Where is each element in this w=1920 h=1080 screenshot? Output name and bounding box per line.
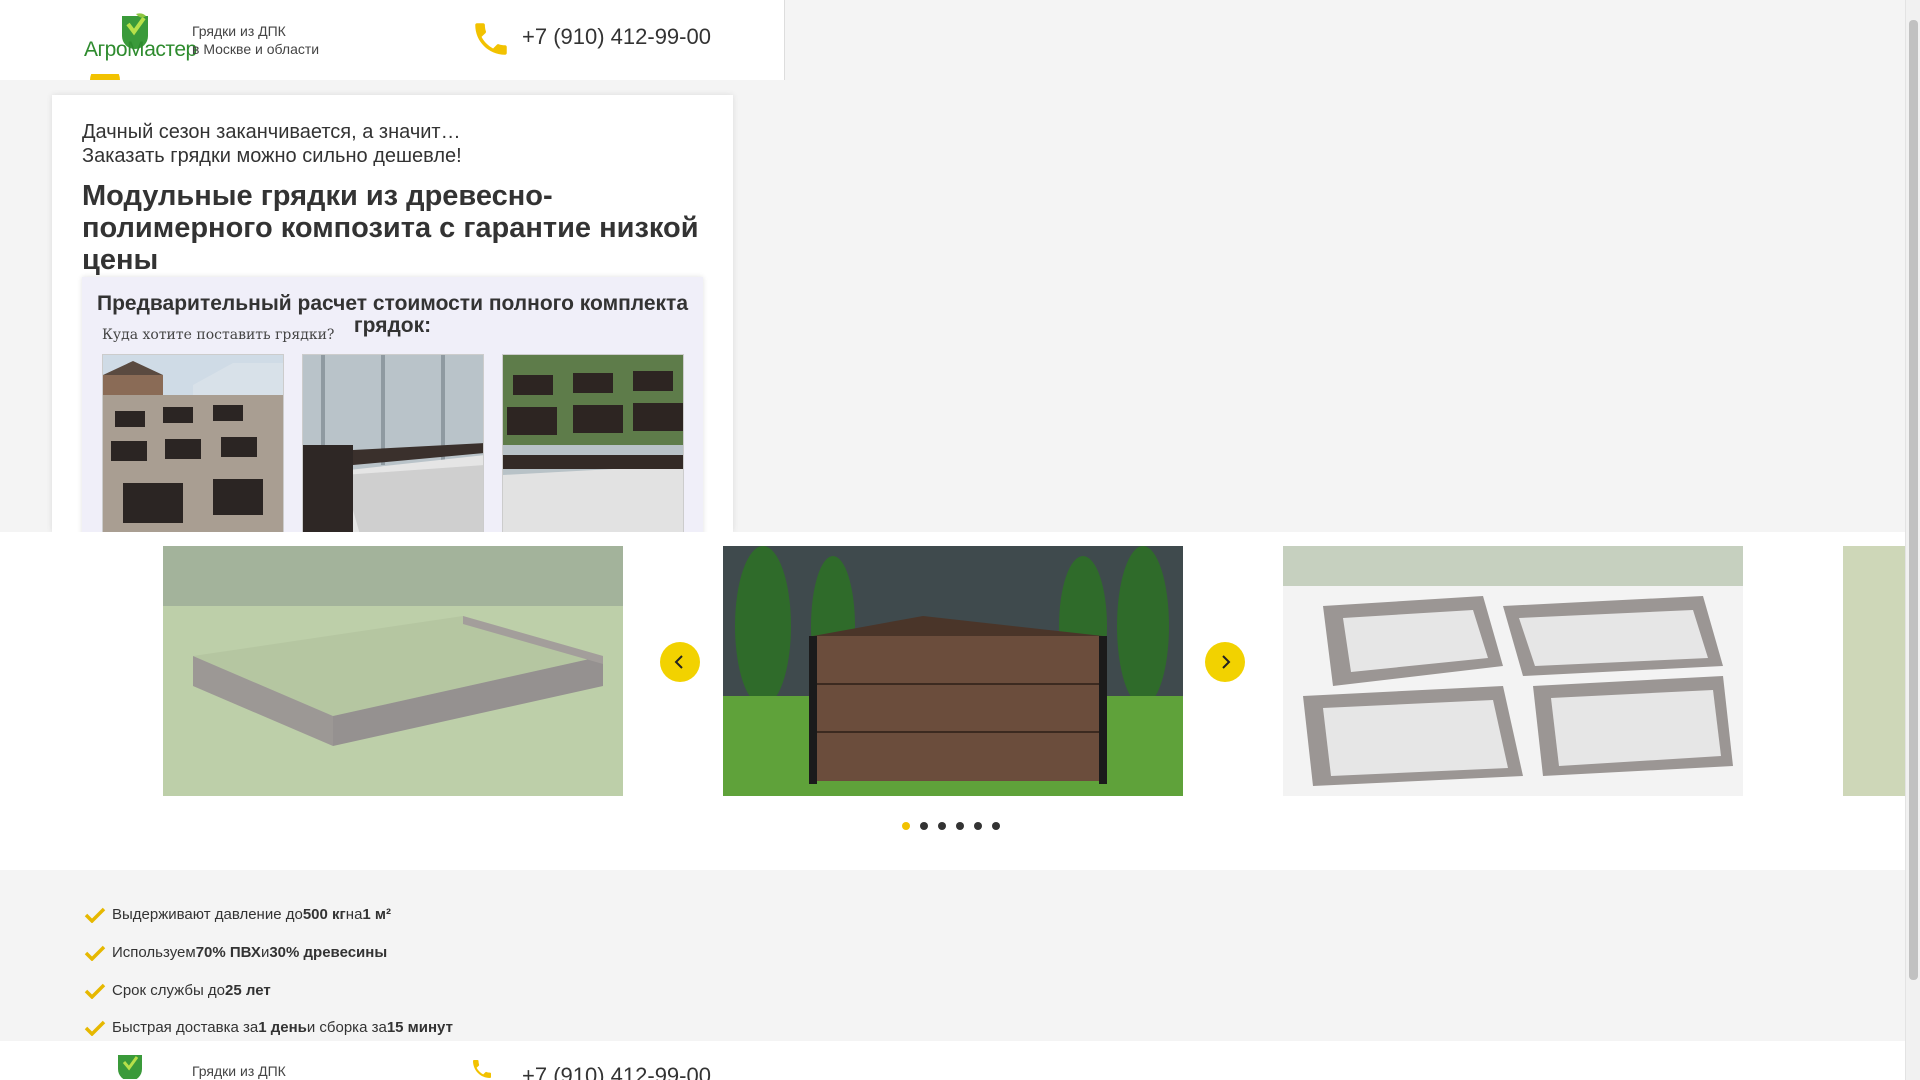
feature-text: Срок службы до [112,982,226,999]
logo-text: АгроМастер [84,38,197,61]
feature-item: Выдерживают давление до 500 кг на 1 м² [84,906,391,923]
raised-bed-image [723,546,1183,796]
feature-text: 25 лет [225,982,271,999]
slider-dot[interactable] [992,822,1000,830]
feature-text: 30% древесины [269,944,388,961]
beds-near-greenhouse-image [103,355,283,532]
feature-text: 1 м² [362,906,392,923]
calculator-question: Куда хотите поставить грядки? [102,327,335,343]
site-header: АгроМастер Грядки из ДПК в Москве и обла… [0,0,785,80]
long-bed-image [163,546,623,796]
sticky-tagline: Грядки из ДПК [192,1063,286,1079]
location-option-open-ground[interactable] [502,354,684,532]
slide-long-bed[interactable] [163,546,623,796]
hero-title: Модульные грядки из древесно-полимерного… [82,180,699,276]
header-phone-link[interactable]: +7 (910) 412-99-00 [522,24,711,50]
product-slider [0,532,1905,870]
slider-dot[interactable] [920,822,928,830]
checkmark-icon [84,983,106,999]
slider-dot[interactable] [956,822,964,830]
slide-raised-bed[interactable] [723,546,1183,796]
location-option-inside-greenhouse[interactable] [302,354,484,532]
slider-dot[interactable] [938,822,946,830]
sticky-phone-icon [473,1060,491,1078]
feature-text: Используем [112,944,196,961]
feature-text: Быстрая доставка за [112,1019,259,1036]
page-scrollbar[interactable] [1905,0,1920,1080]
tagline-line1: Грядки из ДПК [192,23,286,39]
checkmark-icon [84,907,106,923]
checkmark-icon [84,945,106,961]
feature-text: и сборка за [306,1019,387,1036]
phone-icon [475,23,507,55]
feature-text: 1 день [258,1019,307,1036]
slider-dot[interactable] [902,822,910,830]
header-tagline: Грядки из ДПК в Москве и области [192,22,319,58]
feature-item: Срок службы до 25 лет [84,982,271,999]
feature-text: 500 кг [302,906,346,923]
hero-subtitle-line1: Дачный сезон заканчивается, а значит… [82,121,461,143]
clock-icon [90,74,120,80]
beds-open-ground-image [503,355,683,532]
feature-text: на [345,906,363,923]
slider-next-button[interactable] [1205,642,1245,682]
location-option-greenhouse-yard[interactable] [102,354,284,532]
slider-prev-button[interactable] [660,642,700,682]
hero-subtitle: Дачный сезон заканчивается, а значит… За… [82,120,462,168]
hero-subtitle-line2: Заказать грядки можно сильно дешевле! [82,145,462,167]
slide-bed-set[interactable] [1283,546,1743,796]
feature-text: 15 минут [386,1019,453,1036]
hero-card: Дачный сезон заканчивается, а значит… За… [52,95,733,532]
feature-item: Быстрая доставка за 1 день и сборка за 1… [84,1019,453,1036]
chevron-left-icon [674,655,683,669]
beds-inside-greenhouse-image [303,355,483,532]
scrollbar-thumb[interactable] [1909,20,1918,980]
slider-dot[interactable] [974,822,982,830]
features-list: Выдерживают давление до 500 кг на 1 м² Ис… [0,870,1905,1040]
bed-set-image [1283,546,1743,796]
tagline-line2: в Москве и области [192,41,320,57]
checkmark-icon [84,1020,106,1036]
feature-text: и [260,944,270,961]
sticky-phone-link[interactable]: +7 (910) 412-99-00 [522,1063,711,1080]
sticky-header-bar: Грядки из ДПК +7 (910) 412-99-00 [0,1041,1905,1080]
chevron-right-icon [1222,655,1231,669]
price-calculator: Предварительный расчет стоимости полного… [82,277,703,532]
slide-next-peek[interactable] [1843,546,1905,796]
feature-text: Выдерживают давление до [112,906,303,923]
sticky-logo-icon[interactable] [116,1053,144,1079]
next-slide-image [1843,546,1905,796]
feature-item: Используем 70% ПВХ и 30% древесины [84,944,387,961]
feature-text: 70% ПВХ [195,944,261,961]
slider-pagination [902,822,1000,830]
